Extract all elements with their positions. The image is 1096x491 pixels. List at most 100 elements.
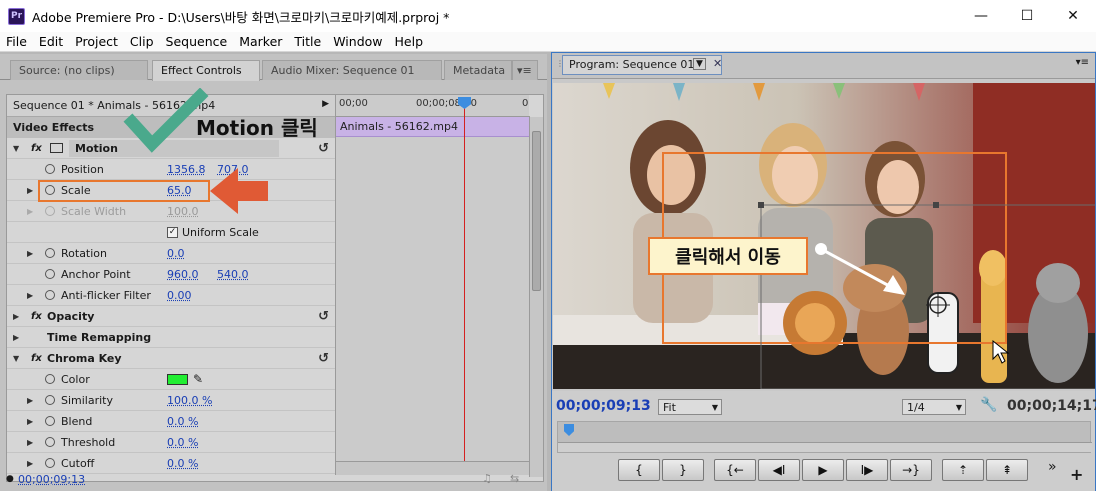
reset-icon[interactable]: ↺: [318, 309, 329, 324]
menu-window[interactable]: Window: [327, 34, 388, 49]
stopwatch-icon[interactable]: [45, 374, 55, 384]
more-buttons-icon[interactable]: »: [1048, 459, 1057, 475]
menu-edit[interactable]: Edit: [33, 34, 69, 49]
goto-in-button[interactable]: {←: [714, 459, 756, 481]
ec-current-time[interactable]: 00;00;09;13: [18, 473, 85, 486]
fx-icon[interactable]: fx: [31, 353, 42, 364]
color-swatch[interactable]: [167, 373, 188, 385]
program-playhead-handle[interactable]: [564, 424, 574, 436]
add-button-icon[interactable]: +: [1070, 465, 1083, 484]
opacity-row[interactable]: ▶ fx Opacity ↺: [7, 306, 335, 327]
expand-triangle-icon[interactable]: ▶: [27, 417, 33, 426]
play-button[interactable]: ▶: [802, 459, 844, 481]
stopwatch-icon[interactable]: [45, 395, 55, 405]
stopwatch-icon[interactable]: [45, 416, 55, 426]
program-current-time[interactable]: 00;00;09;13: [556, 398, 651, 414]
stopwatch-icon[interactable]: [45, 248, 55, 258]
tab-program[interactable]: Program: Sequence 01 ▼ ✕: [562, 55, 722, 75]
expand-triangle-icon[interactable]: ▶: [27, 186, 33, 195]
fx-icon[interactable]: fx: [31, 311, 42, 322]
scrollbar-thumb[interactable]: [532, 131, 541, 291]
step-forward-button[interactable]: I▶: [846, 459, 888, 481]
stopwatch-icon[interactable]: [45, 290, 55, 300]
menu-clip[interactable]: Clip: [124, 34, 160, 49]
program-video-frame[interactable]: [553, 83, 1095, 389]
vertical-scrollbar[interactable]: [529, 117, 543, 477]
stopwatch-icon[interactable]: [45, 437, 55, 447]
chevron-down-icon[interactable]: ▼: [693, 58, 706, 70]
menu-help[interactable]: Help: [389, 34, 430, 49]
menu-marker[interactable]: Marker: [233, 34, 288, 49]
panel-menu-icon[interactable]: ▾≡: [512, 60, 538, 80]
minimize-button[interactable]: —: [958, 0, 1004, 32]
clip-bar[interactable]: Animals - 56162.mp4: [336, 117, 530, 137]
tab-audio-mixer[interactable]: Audio Mixer: Sequence 01: [262, 60, 442, 80]
fx-icon[interactable]: fx: [31, 143, 42, 154]
lift-button[interactable]: ⇡: [942, 459, 984, 481]
time-remapping-label[interactable]: Time Remapping: [47, 331, 151, 344]
menu-sequence[interactable]: Sequence: [160, 34, 234, 49]
expand-triangle-icon[interactable]: ▶: [27, 459, 33, 468]
eyedropper-icon[interactable]: ✎: [193, 372, 203, 386]
goto-out-button[interactable]: →}: [890, 459, 932, 481]
stopwatch-icon[interactable]: [45, 206, 55, 216]
time-ruler[interactable]: 00;00 00;00;08;00 0: [336, 95, 530, 117]
step-back-button[interactable]: ◀I: [758, 459, 800, 481]
threshold-value[interactable]: 0.0 %: [167, 436, 198, 449]
uniform-scale-checkbox[interactable]: ✓: [167, 226, 178, 238]
resolution-select[interactable]: 1/4 ▼: [902, 399, 966, 415]
menu-project[interactable]: Project: [69, 34, 124, 49]
mark-in-button[interactable]: {: [618, 459, 660, 481]
transform-icon[interactable]: [50, 143, 63, 153]
loop-icon[interactable]: ⇆: [510, 472, 519, 485]
program-time-ruler[interactable]: [557, 421, 1092, 453]
chroma-key-label[interactable]: Chroma Key: [47, 352, 122, 365]
expand-triangle-icon[interactable]: ▶: [27, 438, 33, 447]
reset-icon[interactable]: ↺: [318, 141, 329, 156]
expand-triangle-icon[interactable]: ▶: [27, 249, 33, 258]
time-remapping-row[interactable]: ▶ Time Remapping: [7, 327, 335, 348]
playhead-line[interactable]: [464, 105, 465, 461]
close-tab-icon[interactable]: ✕: [713, 57, 722, 70]
stopwatch-icon[interactable]: [45, 458, 55, 468]
chevron-down-icon: ▼: [955, 402, 962, 412]
opacity-label[interactable]: Opacity: [47, 310, 94, 323]
mark-out-button[interactable]: }: [662, 459, 704, 481]
tab-metadata[interactable]: Metadata: [444, 60, 512, 80]
expand-triangle-icon[interactable]: ▶: [13, 312, 19, 321]
cutoff-value[interactable]: 0.0 %: [167, 457, 198, 470]
expand-triangle-icon[interactable]: ▶: [27, 207, 33, 216]
anti-flicker-value[interactable]: 0.00: [167, 289, 192, 302]
expand-triangle-icon[interactable]: ▶: [13, 333, 19, 342]
blend-value[interactable]: 0.0 %: [167, 415, 198, 428]
play-audio-icon[interactable]: ♫: [482, 472, 492, 485]
expand-triangle-icon[interactable]: ▼: [13, 144, 19, 153]
scale-width-value[interactable]: 100.0: [167, 205, 199, 218]
extract-button[interactable]: ⇞: [986, 459, 1028, 481]
anchor-x-value[interactable]: 960.0: [167, 268, 199, 281]
rotation-value[interactable]: 0.0: [167, 247, 185, 260]
menu-title[interactable]: Title: [288, 34, 327, 49]
panel-menu-icon[interactable]: ▾≡: [1076, 57, 1089, 68]
wrench-icon[interactable]: 🔧: [980, 397, 997, 413]
reset-icon[interactable]: ↺: [318, 351, 329, 366]
stopwatch-icon[interactable]: [45, 269, 55, 279]
close-button[interactable]: ✕: [1050, 0, 1096, 32]
effect-controls-timeline[interactable]: 00;00 00;00;08;00 0 Animals - 56162.mp4: [335, 95, 530, 475]
expand-triangle-icon[interactable]: ▶: [27, 396, 33, 405]
expand-triangle-icon[interactable]: ▶: [27, 291, 33, 300]
similarity-value[interactable]: 100.0 %: [167, 394, 212, 407]
stopwatch-icon[interactable]: [45, 164, 55, 174]
maximize-button[interactable]: ☐: [1004, 0, 1050, 32]
menu-file[interactable]: File: [0, 34, 33, 49]
zoom-select[interactable]: Fit ▼: [658, 399, 722, 415]
expand-triangle-icon[interactable]: ▼: [13, 354, 19, 363]
expand-timeline-icon[interactable]: ▶: [322, 99, 329, 109]
anchor-y-value[interactable]: 540.0: [217, 268, 249, 281]
chroma-key-row[interactable]: ▼ fx Chroma Key ↺: [7, 348, 335, 369]
tab-effect-controls[interactable]: Effect Controls: [152, 60, 260, 81]
tab-source[interactable]: Source: (no clips): [10, 60, 148, 80]
record-icon[interactable]: ●: [6, 474, 14, 484]
program-zoom-bar[interactable]: [558, 442, 1092, 452]
position-x-value[interactable]: 1356.8: [167, 163, 206, 176]
